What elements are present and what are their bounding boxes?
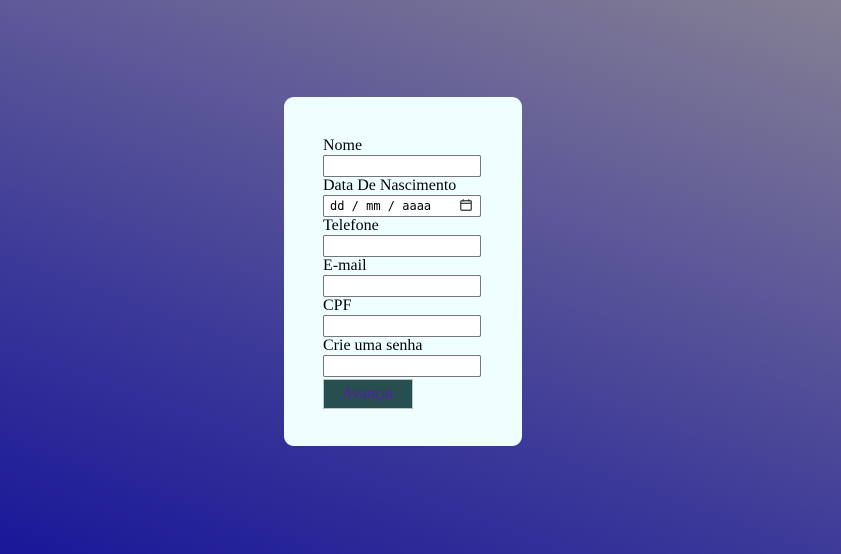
name-input[interactable] [323, 155, 481, 177]
phone-label: Telefone [323, 217, 379, 234]
cpf-label: CPF [323, 297, 352, 314]
form-card: Nome Data De Nascimento dd / mm / aaaa T… [284, 97, 522, 446]
birthdate-label: Data De Nascimento [323, 177, 457, 194]
email-label: E-mail [323, 257, 367, 274]
name-label: Nome [323, 137, 363, 154]
birthdate-placeholder: dd / mm / aaaa [330, 199, 432, 213]
password-label: Crie uma senha [323, 337, 423, 354]
calendar-icon[interactable] [460, 199, 472, 211]
phone-input[interactable] [323, 235, 481, 257]
password-input[interactable] [323, 355, 481, 377]
registration-form: Nome Data De Nascimento dd / mm / aaaa T… [323, 137, 483, 409]
birthdate-input[interactable]: dd / mm / aaaa [323, 195, 481, 217]
cpf-input[interactable] [323, 315, 481, 337]
email-input[interactable] [323, 275, 481, 297]
advance-button[interactable]: Avançar [323, 379, 413, 409]
